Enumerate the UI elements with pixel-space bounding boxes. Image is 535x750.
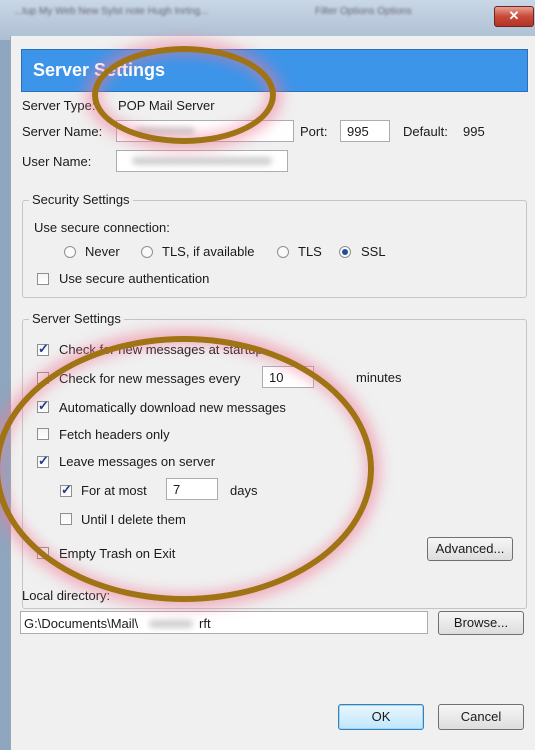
browse-button[interactable]: Browse...	[438, 611, 524, 635]
fetch-headers-checkbox[interactable]	[37, 428, 49, 440]
background-text-right: Filter Options Options	[315, 6, 412, 17]
empty-trash-label[interactable]: Empty Trash on Exit	[59, 546, 175, 561]
port-value: 995	[347, 124, 369, 139]
for-at-most-days-value: 7	[173, 482, 181, 497]
server-type-label: Server Type:	[22, 98, 96, 113]
username-field[interactable]	[116, 150, 288, 172]
radio-ssl-label[interactable]: SSL	[361, 244, 386, 259]
page-title: Server Settings	[33, 60, 166, 80]
advanced-button[interactable]: Advanced...	[427, 537, 513, 561]
radio-never-label[interactable]: Never	[85, 244, 120, 259]
window-close-button[interactable]: ✕	[494, 6, 534, 27]
local-directory-path-start: G:\Documents\Mail\	[24, 616, 139, 631]
server-type-value: POP Mail Server	[118, 98, 215, 113]
background-text: ...tup My Web New Sylst note Hugh Inrtng…	[14, 6, 209, 17]
cancel-button[interactable]: Cancel	[438, 704, 524, 730]
for-at-most-label[interactable]: For at most	[81, 483, 147, 498]
check-startup-label[interactable]: Check for new messages at startup	[59, 342, 263, 357]
username-label: User Name:	[22, 154, 92, 169]
leave-on-server-checkbox[interactable]	[37, 453, 49, 469]
check-startup-checkbox[interactable]	[37, 341, 49, 357]
default-port-value: 995	[463, 124, 485, 139]
radio-tls-if-available[interactable]	[141, 246, 153, 258]
server-name-field[interactable]	[116, 120, 294, 142]
local-directory-path-end: rft	[199, 616, 211, 631]
background-window-strip: ...tup My Web New Sylst note Hugh Inrtng…	[0, 0, 535, 40]
auto-download-checkbox[interactable]	[37, 398, 49, 414]
check-every-minutes-field[interactable]: 10	[262, 366, 314, 388]
security-settings-legend: Security Settings	[29, 192, 133, 207]
for-at-most-days-field[interactable]: 7	[166, 478, 218, 500]
empty-trash-checkbox[interactable]	[37, 547, 49, 559]
check-every-minutes-value: 10	[269, 370, 284, 385]
local-directory-field[interactable]: G:\Documents\Mail\ rft	[20, 611, 428, 634]
ok-button[interactable]: OK	[338, 704, 424, 730]
page-header: Server Settings	[21, 49, 528, 92]
secure-auth-checkbox[interactable]	[37, 273, 49, 285]
radio-ssl[interactable]	[339, 246, 351, 258]
until-delete-label[interactable]: Until I delete them	[81, 512, 186, 527]
server-settings-legend: Server Settings	[29, 311, 124, 326]
check-every-checkbox[interactable]	[37, 372, 49, 384]
fetch-headers-label[interactable]: Fetch headers only	[59, 427, 170, 442]
server-settings-dialog: Server Settings Server Type: POP Mail Se…	[10, 36, 535, 750]
radio-tls[interactable]	[277, 246, 289, 258]
local-directory-label: Local directory:	[22, 588, 111, 603]
port-label: Port:	[300, 124, 328, 139]
days-label: days	[230, 483, 258, 498]
radio-tls-label[interactable]: TLS	[298, 244, 322, 259]
secure-connection-label: Use secure connection:	[34, 220, 170, 235]
server-name-label: Server Name:	[22, 124, 103, 139]
radio-tls-if-available-label[interactable]: TLS, if available	[162, 244, 255, 259]
close-icon: ✕	[508, 8, 520, 23]
leave-on-server-label[interactable]: Leave messages on server	[59, 454, 215, 469]
port-field[interactable]: 995	[340, 120, 390, 142]
auto-download-label[interactable]: Automatically download new messages	[59, 400, 286, 415]
minutes-label: minutes	[356, 370, 402, 385]
until-delete-checkbox[interactable]	[60, 513, 72, 525]
default-port-label: Default:	[403, 124, 448, 139]
radio-never[interactable]	[64, 246, 76, 258]
for-at-most-checkbox[interactable]	[60, 482, 72, 498]
secure-auth-label[interactable]: Use secure authentication	[59, 271, 209, 286]
check-every-label[interactable]: Check for new messages every	[59, 371, 240, 386]
